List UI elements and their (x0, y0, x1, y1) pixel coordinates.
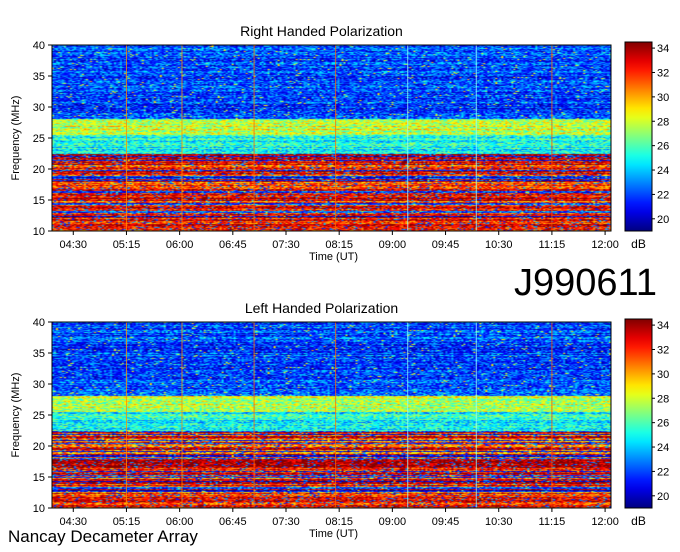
y-tick-label: 10 (33, 503, 45, 515)
observatory-label: Nancay Decameter Array (8, 527, 198, 546)
colorbar-tick-label: 22 (657, 189, 669, 201)
x-tick-label: 12:00 (591, 239, 619, 251)
colorbar-tick-label: 24 (657, 165, 669, 177)
panel-title: Right Handed Polarization (240, 23, 403, 39)
x-tick-label: 04:30 (60, 239, 88, 251)
observation-id: J990611 (514, 262, 657, 304)
y-tick-label: 40 (33, 317, 45, 329)
panel-title: Left Handed Polarization (245, 300, 398, 316)
y-tick-label: 35 (33, 71, 45, 83)
y-tick-label: 40 (33, 40, 45, 52)
x-tick-label: 11:15 (539, 516, 566, 528)
x-tick-label: 05:15 (113, 239, 141, 251)
colorbar-tick-label: 30 (657, 369, 669, 381)
y-tick-label: 10 (33, 226, 45, 238)
colorbar (624, 318, 653, 509)
colorbar-label: dB (631, 514, 646, 528)
x-tick-label: 08:15 (325, 516, 353, 528)
colorbar-tick-label: 34 (657, 43, 669, 55)
colorbar-tick-label: 20 (657, 491, 669, 503)
y-tick-label: 30 (33, 379, 45, 391)
colorbar-tick-label: 32 (657, 344, 669, 356)
y-axis-label: Frequency (MHz) (10, 373, 22, 458)
x-tick-label: 09:00 (379, 516, 407, 528)
x-tick-label: 11:15 (539, 239, 566, 251)
x-tick-label: 09:45 (432, 516, 460, 528)
x-tick-label: 10:30 (485, 516, 513, 528)
y-tick-label: 15 (33, 195, 45, 207)
x-tick-label: 10:30 (485, 239, 513, 251)
x-tick-label: 06:45 (219, 239, 247, 251)
x-tick-label: 08:15 (325, 239, 353, 251)
y-tick-label: 20 (33, 441, 45, 453)
x-axis-label: Time (UT) (309, 251, 358, 263)
x-axis-label: Time (UT) (309, 528, 358, 540)
colorbar-tick-label: 22 (657, 466, 669, 478)
colorbar-tick-label: 32 (657, 67, 669, 79)
x-tick-label: 07:30 (272, 239, 300, 251)
colorbar-tick-label: 20 (657, 214, 669, 226)
x-tick-label: 06:45 (219, 516, 247, 528)
spectrogram-image (52, 45, 611, 231)
y-tick-label: 25 (33, 410, 45, 422)
colorbar-tick-label: 28 (657, 393, 669, 405)
y-tick-label: 25 (33, 133, 45, 145)
colorbar-tick-label: 24 (657, 442, 669, 454)
colorbar-tick-label: 26 (657, 141, 669, 153)
colorbar-tick-label: 28 (657, 116, 669, 128)
y-tick-label: 20 (33, 164, 45, 176)
x-tick-label: 06:00 (166, 239, 194, 251)
colorbar-tick-label: 34 (657, 320, 669, 332)
colorbar-label: dB (631, 237, 646, 251)
colorbar (624, 41, 653, 232)
y-tick-label: 30 (33, 102, 45, 114)
colorbar-tick-label: 30 (657, 92, 669, 104)
spectrogram-image (52, 322, 611, 508)
y-tick-label: 15 (33, 472, 45, 484)
y-axis-label: Frequency (MHz) (10, 96, 22, 181)
x-tick-label: 07:30 (272, 516, 300, 528)
x-tick-label: 09:45 (432, 239, 460, 251)
x-tick-label: 12:00 (591, 516, 619, 528)
y-tick-label: 35 (33, 348, 45, 360)
x-tick-label: 09:00 (379, 239, 407, 251)
colorbar-tick-label: 26 (657, 418, 669, 430)
